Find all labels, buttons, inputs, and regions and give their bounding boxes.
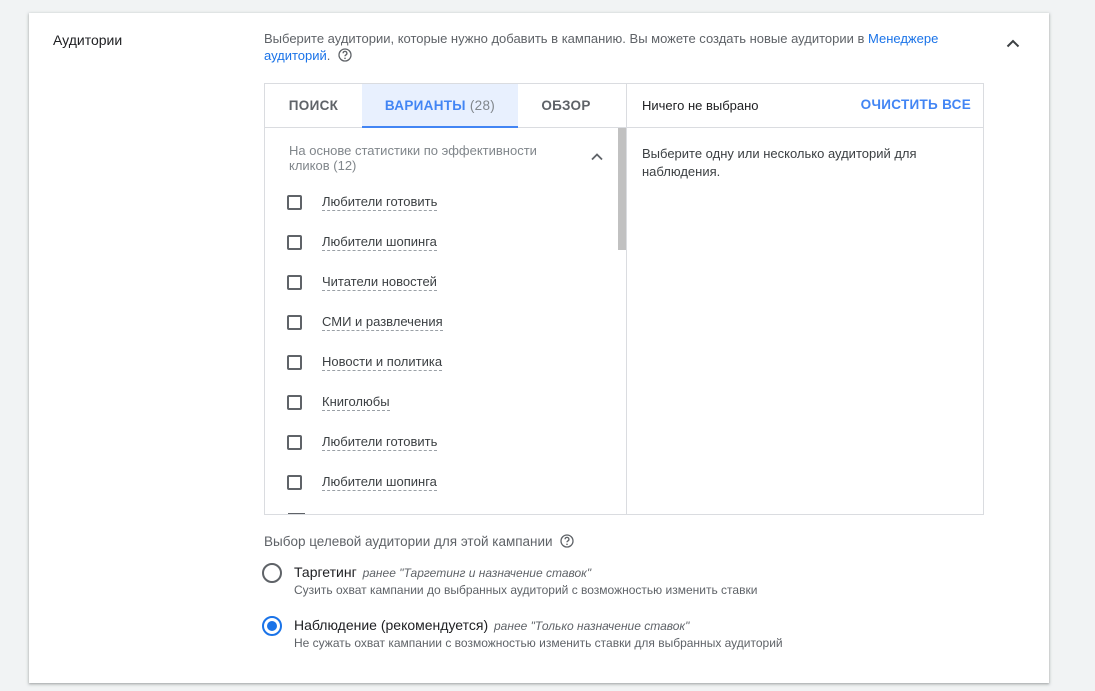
selected-audiences-pane: Ничего не выбрано ОЧИСТИТЬ ВСЕ Выберите …: [626, 84, 983, 514]
audience-label: Читатели новостей: [322, 273, 437, 291]
list-item[interactable]: Новости и политика: [287, 350, 443, 374]
selection-hint: Выберите одну или несколько аудиторий дл…: [642, 146, 917, 179]
checkbox[interactable]: [287, 434, 302, 450]
list-item[interactable]: Любители шопинга: [287, 230, 437, 254]
option-title: Наблюдение (рекомендуется): [294, 617, 489, 633]
checkbox[interactable]: [287, 274, 302, 290]
list-item[interactable]: СМИ и развлечения: [287, 310, 443, 334]
description-suffix: .: [326, 48, 331, 63]
option-subtitle: Сузить охват кампании до выбранных аудит…: [294, 583, 758, 597]
clear-all-button[interactable]: ОЧИСТИТЬ ВСЕ: [861, 97, 971, 112]
checkbox[interactable]: [287, 354, 302, 370]
list-item[interactable]: Любители готовить: [287, 430, 438, 454]
option-subtitle: Не сужать охват кампании с возможностью …: [294, 636, 783, 650]
audience-label: Любители шопинга: [322, 473, 437, 491]
checkbox[interactable]: [287, 194, 302, 210]
option-former-name: ранее "Таргетинг и назначение ставок": [362, 566, 592, 580]
tab-options[interactable]: ВАРИАНТЫ (28): [362, 84, 518, 128]
tab-overview[interactable]: ОБЗОР: [518, 84, 614, 128]
chevron-up-icon: [591, 153, 603, 161]
audience-label: СМИ и развлечения: [322, 313, 443, 331]
radio-title: Таргетинг ранее "Таргетинг и назначение …: [294, 564, 591, 580]
audience-label: Книголюбы: [322, 393, 390, 411]
tab-search[interactable]: ПОИСК: [265, 84, 362, 128]
radio-title: Наблюдение (рекомендуется) ранее "Только…: [294, 617, 689, 633]
checkbox[interactable]: [287, 474, 302, 490]
audience-browser: ПОИСК ВАРИАНТЫ (28) ОБЗОР На основе стат…: [265, 84, 627, 514]
audiences-card: Аудитории Выберите аудитории, которые ну…: [29, 13, 1049, 683]
list-item[interactable]: Читатели новостей: [287, 270, 437, 294]
description-text: Выберите аудитории, которые нужно добави…: [264, 31, 869, 46]
radio-button[interactable]: [262, 563, 282, 583]
tab-label: ОБЗОР: [541, 98, 591, 113]
option-title: Таргетинг: [294, 564, 357, 580]
group-collapse-button[interactable]: [587, 147, 607, 167]
help-icon[interactable]: [338, 48, 352, 62]
audience-list: На основе статистики по эффективности кл…: [265, 128, 626, 514]
help-icon[interactable]: [560, 534, 575, 548]
audience-picker: ПОИСК ВАРИАНТЫ (28) ОБЗОР На основе стат…: [264, 83, 984, 515]
audience-label: Любители шопинга: [322, 233, 437, 251]
list-item[interactable]: Любители готовить: [287, 190, 438, 214]
tab-count: (28): [469, 98, 496, 113]
checkbox[interactable]: [287, 394, 302, 410]
radio-button[interactable]: [262, 616, 282, 636]
tab-bar: ПОИСК ВАРИАНТЫ (28) ОБЗОР: [265, 84, 626, 128]
section-description: Выберите аудитории, которые нужно добави…: [264, 30, 954, 64]
checkbox[interactable]: [287, 234, 302, 250]
audience-label: Любители готовить: [322, 433, 438, 451]
tab-label: ПОИСК: [288, 98, 339, 113]
group-header: На основе статистики по эффективности кл…: [289, 143, 537, 173]
partial-checkbox: [288, 513, 305, 514]
targeting-label-text: Выбор целевой аудитории для этой кампани…: [264, 534, 553, 549]
list-item[interactable]: Книголюбы: [287, 390, 390, 414]
checkbox[interactable]: [287, 314, 302, 330]
chevron-up-icon: [1006, 39, 1020, 47]
audience-label: Любители готовить: [322, 193, 438, 211]
selected-header: Ничего не выбрано ОЧИСТИТЬ ВСЕ: [626, 84, 983, 128]
audience-label: Новости и политика: [322, 353, 443, 371]
list-item[interactable]: Любители шопинга: [287, 470, 437, 494]
section-title: Аудитории: [53, 32, 123, 48]
collapse-button[interactable]: [1001, 31, 1025, 55]
option-former-name: ранее "Только назначение ставок": [494, 619, 690, 633]
nothing-selected-label: Ничего не выбрано: [642, 98, 759, 113]
tab-label: ВАРИАНТЫ: [384, 98, 466, 113]
list-scrollbar[interactable]: [618, 128, 626, 250]
targeting-setting-label: Выбор целевой аудитории для этой кампани…: [264, 534, 575, 549]
